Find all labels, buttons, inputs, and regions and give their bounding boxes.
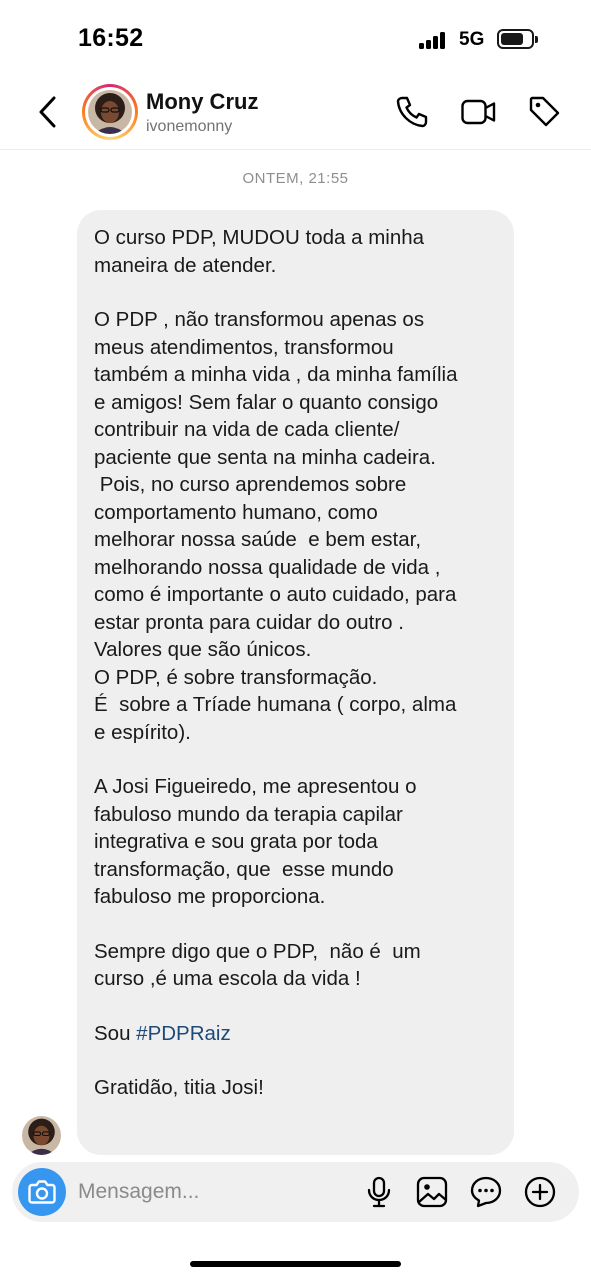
add-button[interactable] xyxy=(523,1175,557,1209)
message-paragraph: Gratidão, titia Josi! xyxy=(94,1076,264,1099)
avatar-photo xyxy=(88,90,132,134)
gallery-icon xyxy=(416,1176,448,1208)
phone-icon xyxy=(396,96,428,128)
back-button[interactable] xyxy=(34,94,66,130)
plus-icon xyxy=(524,1176,556,1208)
status-bar: 16:52 5G xyxy=(0,0,591,80)
message-composer: Mensagem... xyxy=(12,1162,579,1222)
status-time: 16:52 xyxy=(78,24,144,52)
microphone-icon xyxy=(367,1176,391,1208)
message-text: Sou xyxy=(94,1021,137,1045)
message-paragraph: O curso PDP, MUDOU toda a minha maneira … xyxy=(94,226,425,277)
battery-icon xyxy=(497,29,538,49)
sender-avatar[interactable] xyxy=(22,1116,61,1155)
message-bubble[interactable]: O curso PDP, MUDOU toda a minha maneira … xyxy=(77,210,514,1155)
tag-button[interactable] xyxy=(527,94,563,130)
message-paragraph: A Josi Figueiredo, me apresentou o fabul… xyxy=(94,775,417,908)
message-input[interactable]: Mensagem... xyxy=(78,1180,199,1204)
sticker-icon xyxy=(470,1176,502,1208)
camera-button[interactable] xyxy=(18,1168,66,1216)
home-indicator[interactable] xyxy=(190,1261,401,1267)
message-paragraph: Sou #PDPRaiz xyxy=(94,1020,498,1048)
network-label: 5G xyxy=(459,29,485,50)
video-icon xyxy=(461,99,496,125)
tag-icon xyxy=(529,96,560,127)
message-timestamp: ONTEM, 21:55 xyxy=(242,170,349,187)
user-name[interactable]: Mony Cruz xyxy=(146,89,258,115)
sticker-button[interactable] xyxy=(469,1175,503,1209)
avatar-photo xyxy=(22,1116,61,1155)
signal-icon xyxy=(419,31,449,49)
message-paragraph: Sempre digo que o PDP, não é um curso ,é… xyxy=(94,939,421,991)
call-button[interactable] xyxy=(394,94,430,130)
gallery-button[interactable] xyxy=(415,1175,449,1209)
message-paragraph: O PDP , não transformou apenas os meus a… xyxy=(94,308,458,744)
camera-icon xyxy=(28,1180,56,1204)
chat-header: Mony Cruz ivonemonny xyxy=(0,80,591,150)
hashtag-link[interactable]: #PDPRaiz xyxy=(136,1022,231,1045)
avatar[interactable] xyxy=(82,84,138,140)
chevron-left-icon xyxy=(39,96,56,128)
voice-button[interactable] xyxy=(362,1175,396,1209)
user-handle[interactable]: ivonemonny xyxy=(146,118,232,136)
video-call-button[interactable] xyxy=(460,94,496,130)
